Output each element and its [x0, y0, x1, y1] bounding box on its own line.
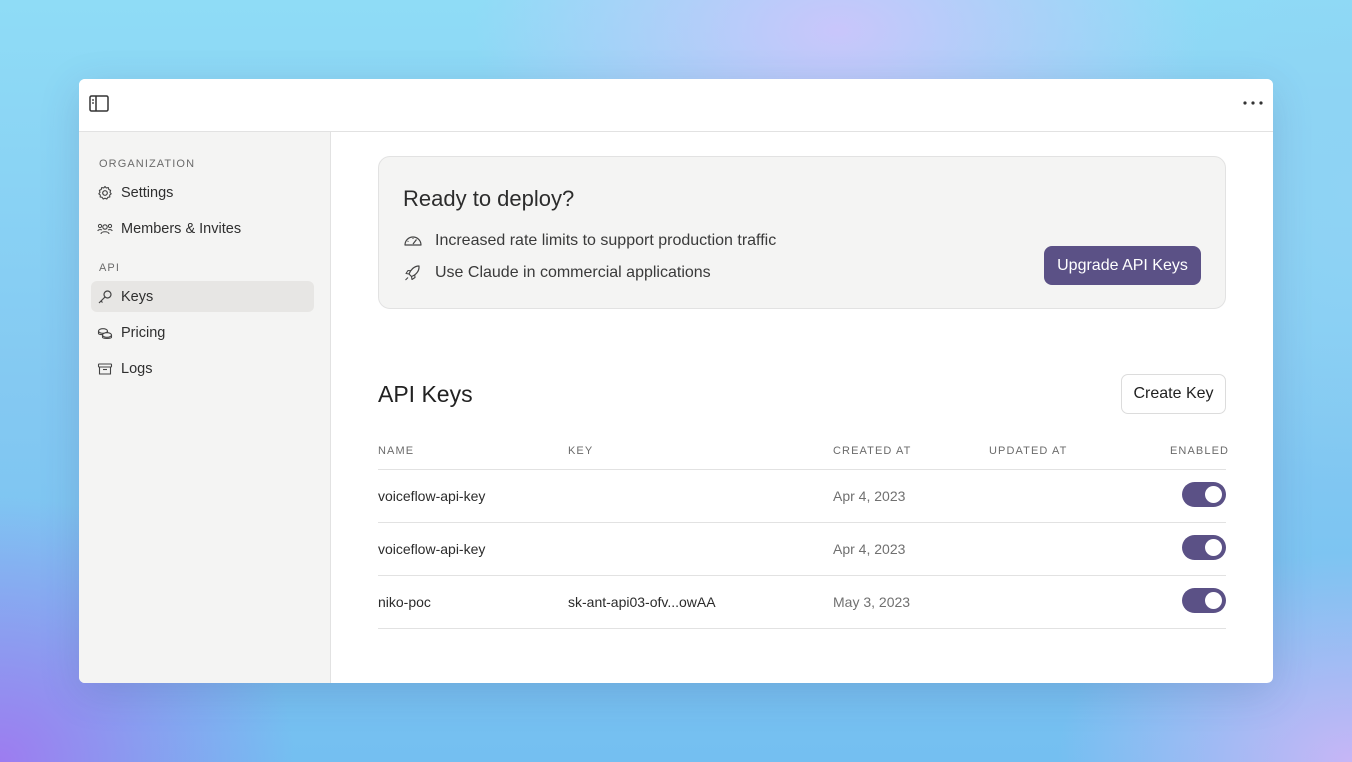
sidebar-item-label: Logs: [121, 360, 153, 377]
key-icon: [97, 289, 113, 305]
enabled-toggle[interactable]: [1182, 535, 1226, 560]
table-row-name: niko-poc: [378, 594, 431, 610]
sidebar-item-members-invites[interactable]: Members & Invites: [91, 213, 314, 244]
enabled-toggle[interactable]: [1182, 482, 1226, 507]
upgrade-promo-card: Ready to deploy? Increased rate limits t…: [378, 156, 1226, 309]
create-key-button[interactable]: Create Key: [1121, 374, 1226, 414]
sidebar-item-logs[interactable]: Logs: [91, 353, 314, 384]
column-header-updated-at: UPDATED AT: [989, 445, 1068, 457]
sidebar-section-organization: ORGANIZATION: [99, 158, 196, 170]
upgrade-api-keys-button[interactable]: Upgrade API Keys: [1044, 246, 1201, 285]
sidebar-section-api: API: [99, 262, 121, 274]
column-header-enabled: ENABLED: [1170, 445, 1230, 457]
gear-icon: [97, 185, 113, 201]
column-header-key: KEY: [568, 445, 594, 457]
table-row-created-at: Apr 4, 2023: [833, 488, 906, 504]
sidebar: ORGANIZATION Settings Members & Invites …: [79, 132, 331, 683]
table-row-key: sk-ant-api03-ofv...owAA: [568, 594, 716, 610]
column-header-created-at: CREATED AT: [833, 445, 912, 457]
sidebar-toggle-icon[interactable]: [89, 94, 111, 114]
table-row-created-at: Apr 4, 2023: [833, 541, 906, 557]
sidebar-item-label: Members & Invites: [121, 220, 242, 237]
more-options-icon[interactable]: [1241, 93, 1265, 113]
promo-feature-text: Increased rate limits to support product…: [435, 232, 777, 249]
main-content: Ready to deploy? Increased rate limits t…: [332, 132, 1273, 683]
promo-title: Ready to deploy?: [403, 186, 575, 211]
sidebar-item-keys[interactable]: Keys: [91, 281, 314, 312]
people-icon: [97, 221, 113, 237]
promo-feature-text: Use Claude in commercial applications: [435, 264, 711, 281]
sidebar-item-label: Settings: [121, 184, 174, 201]
toggle-knob: [1205, 539, 1222, 556]
table-row-divider: [378, 575, 1226, 576]
rocket-icon: [403, 264, 423, 282]
promo-feature-commercial: Use Claude in commercial applications: [403, 264, 711, 282]
table-header-divider: [378, 469, 1226, 470]
promo-feature-rate-limits: Increased rate limits to support product…: [403, 232, 776, 250]
toggle-knob: [1205, 486, 1222, 503]
sidebar-item-pricing[interactable]: Pricing: [91, 317, 314, 348]
sidebar-item-settings[interactable]: Settings: [91, 177, 314, 208]
coins-icon: [97, 325, 113, 341]
title-bar: [79, 79, 1273, 132]
sidebar-item-label: Pricing: [121, 324, 166, 341]
archive-icon: [97, 361, 113, 377]
table-row-divider: [378, 628, 1226, 629]
app-window: ORGANIZATION Settings Members & Invites …: [79, 79, 1273, 683]
speedometer-icon: [403, 232, 423, 250]
table-row-created-at: May 3, 2023: [833, 594, 911, 610]
enabled-toggle[interactable]: [1182, 588, 1226, 613]
column-header-name: NAME: [378, 445, 415, 457]
toggle-knob: [1205, 592, 1222, 609]
table-row-name: voiceflow-api-key: [378, 488, 486, 504]
sidebar-item-label: Keys: [121, 288, 154, 305]
table-row-name: voiceflow-api-key: [378, 541, 486, 557]
api-keys-title: API Keys: [378, 381, 473, 407]
table-row-divider: [378, 522, 1226, 523]
